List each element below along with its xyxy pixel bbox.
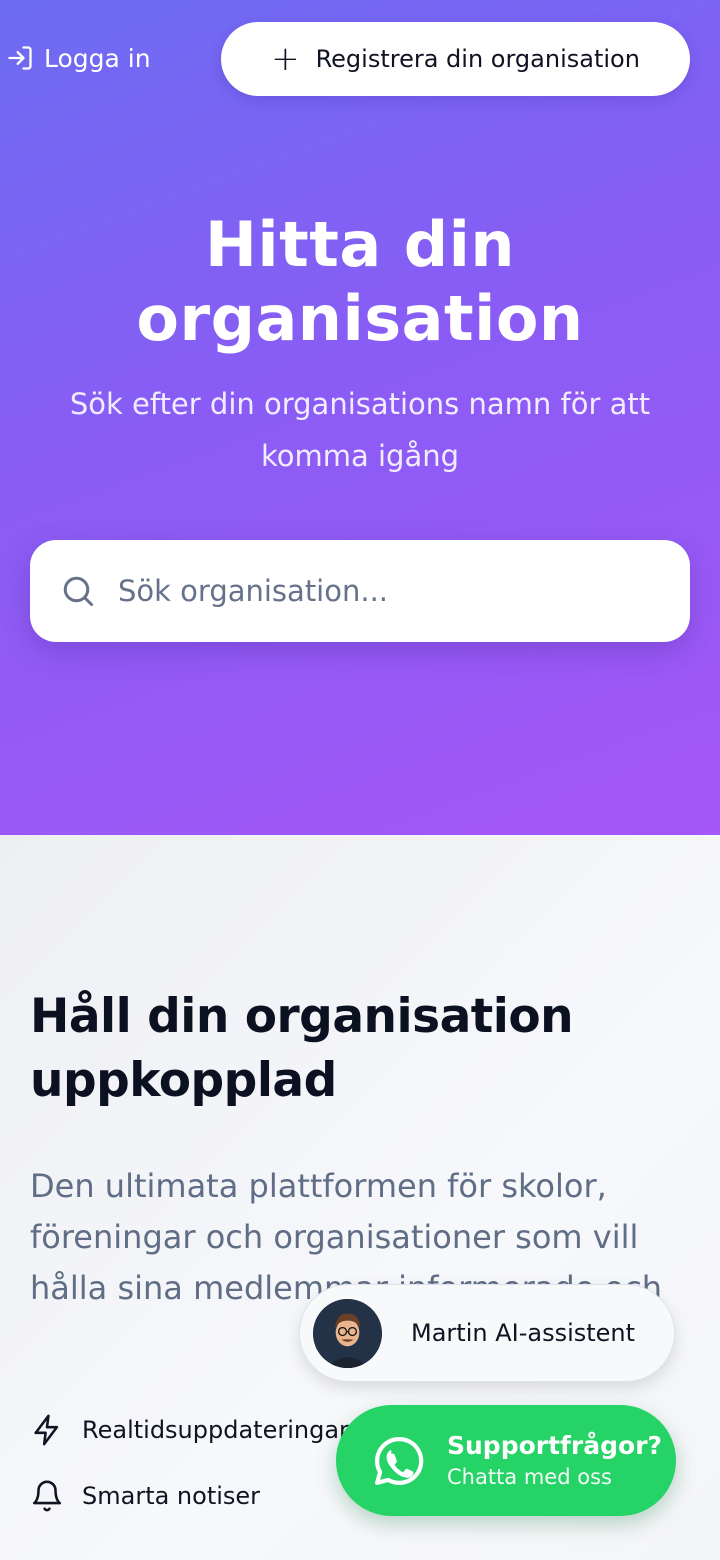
feature-label: Realtidsuppdateringar bbox=[82, 1416, 349, 1444]
login-icon bbox=[8, 46, 32, 70]
support-text: Supportfrågor? Chatta med oss bbox=[447, 1430, 662, 1492]
search-icon bbox=[63, 576, 93, 606]
page-subtitle: Sök efter din organisations namn för att… bbox=[69, 387, 651, 473]
ai-assistant-label: Martin AI-assistent bbox=[411, 1319, 636, 1347]
feature-label: Smarta notiser bbox=[82, 1482, 261, 1510]
avatar bbox=[313, 1298, 382, 1368]
whatsapp-icon bbox=[375, 1436, 424, 1485]
support-title: Supportfrågor? bbox=[447, 1430, 663, 1460]
lightning-icon bbox=[34, 1414, 59, 1446]
section-title: Håll din organisation uppkopplad bbox=[30, 989, 574, 1108]
feature-item-realtime: Realtidsuppdateringar bbox=[30, 1410, 349, 1450]
login-link[interactable]: Logga in bbox=[6, 40, 151, 76]
login-label: Logga in bbox=[44, 43, 151, 73]
hero-section: Logga in + Registrera din organisation H… bbox=[0, 0, 720, 835]
bell-icon bbox=[32, 1480, 62, 1512]
plus-icon: + bbox=[271, 39, 300, 79]
register-label: Registrera din organisation bbox=[315, 45, 640, 73]
search-input[interactable] bbox=[118, 574, 658, 608]
search-box[interactable] bbox=[30, 540, 690, 642]
support-subtitle: Chatta med oss bbox=[447, 1464, 612, 1489]
register-organisation-button[interactable]: + Registrera din organisation bbox=[221, 22, 690, 96]
feature-item-notifications: Smarta notiser bbox=[30, 1476, 260, 1516]
page-title: Hitta din organisation bbox=[136, 208, 584, 355]
ai-assistant-button[interactable]: Martin AI-assistent bbox=[299, 1284, 675, 1382]
whatsapp-support-button[interactable]: Supportfrågor? Chatta med oss bbox=[336, 1405, 676, 1516]
